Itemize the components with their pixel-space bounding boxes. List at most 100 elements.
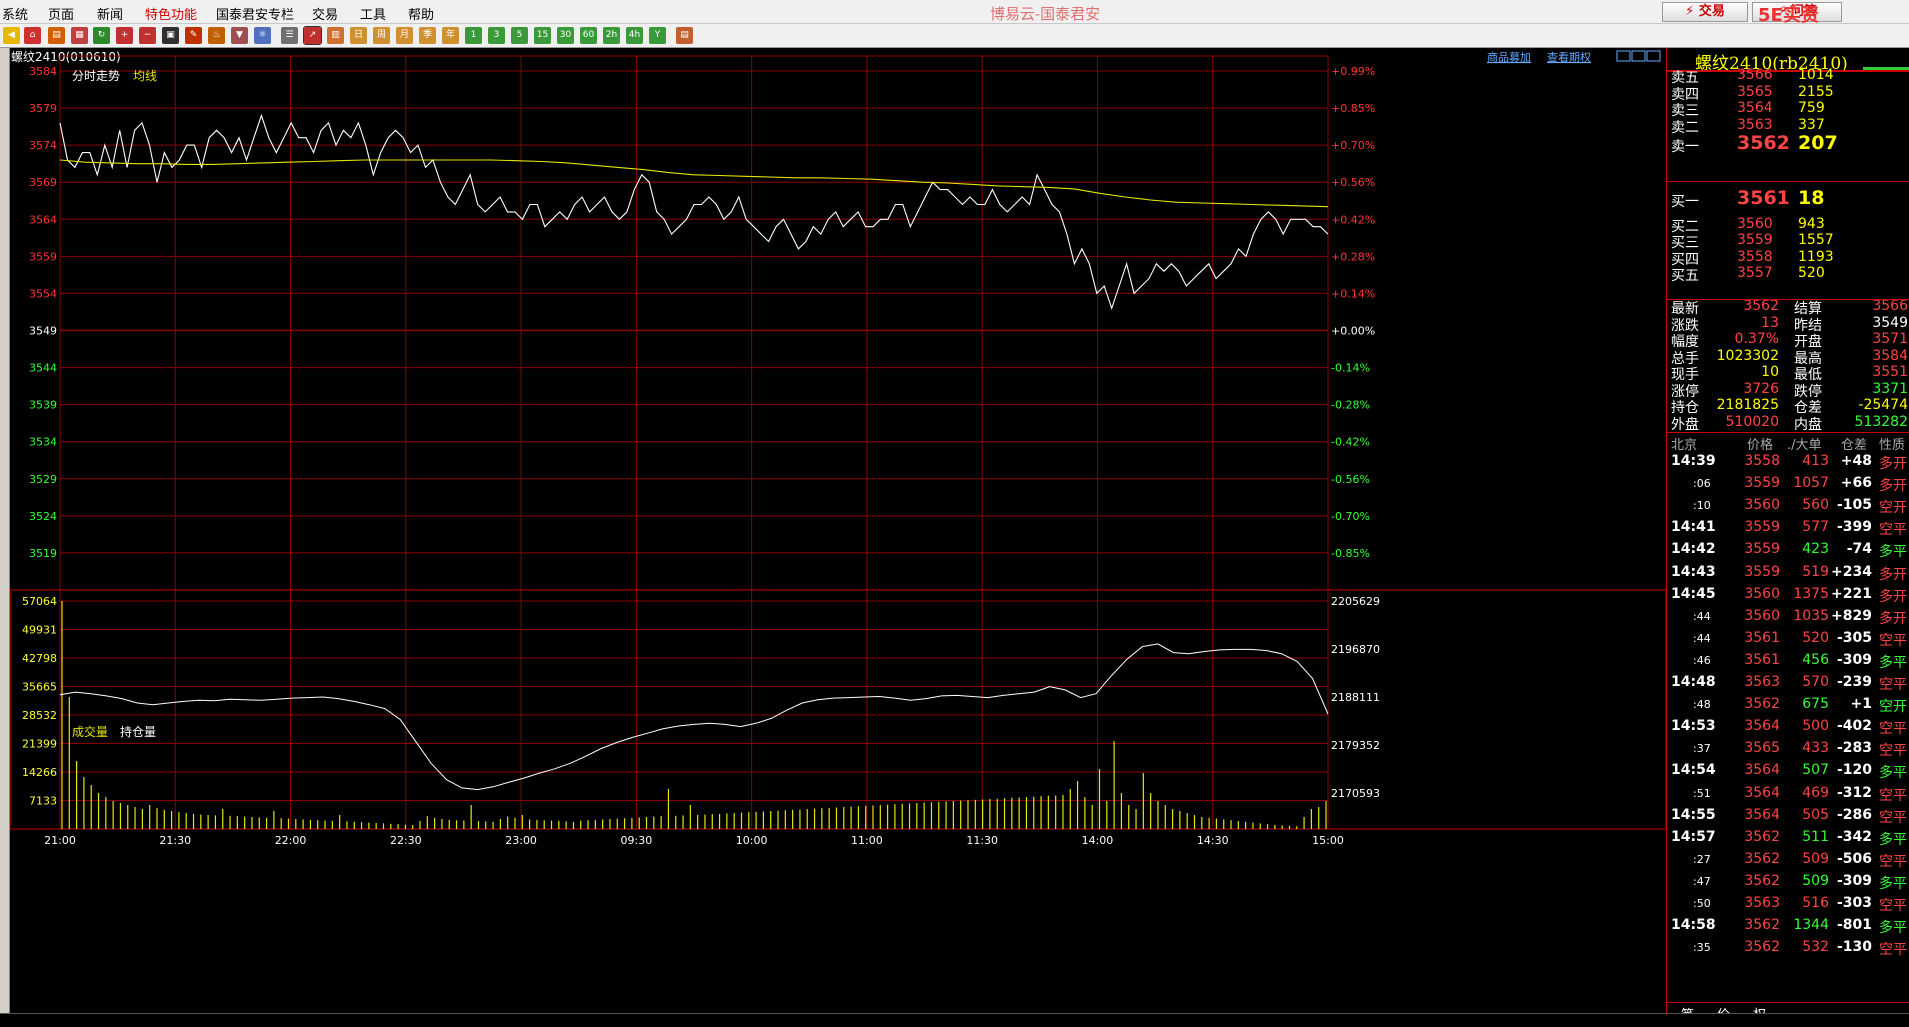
calendar-icon[interactable]: ▤	[676, 27, 693, 44]
zoom-out-icon[interactable]: −	[139, 27, 156, 44]
menu-help[interactable]: 帮助	[408, 4, 434, 23]
trade-type: 多平	[1879, 654, 1907, 671]
time-tick-label: 21:00	[44, 834, 76, 847]
bid-volume: 520	[1798, 265, 1825, 281]
period-4h-button[interactable]: 4h	[626, 27, 643, 44]
trade-type: 多开	[1879, 478, 1907, 495]
ask-volume: 207	[1798, 132, 1838, 154]
pct-tick-label: +0.99%	[1331, 65, 1375, 78]
pct-tick-label: +0.42%	[1331, 213, 1375, 226]
price-tick-label: 3569	[29, 176, 57, 189]
price-tick-label: 3524	[29, 510, 57, 523]
period-30-button[interactable]: 30	[557, 27, 574, 44]
window-icon[interactable]: ▣	[162, 27, 179, 44]
pct-tick-label: -0.56%	[1331, 473, 1370, 486]
trade-oi-change: -506	[1836, 850, 1872, 867]
filter-icon[interactable]: ▼	[231, 27, 248, 44]
stat-value: -25474	[1858, 397, 1908, 413]
period-60-button[interactable]: 60	[580, 27, 597, 44]
refresh-icon[interactable]: ↻	[93, 27, 110, 44]
trade-oi-change: -312	[1836, 784, 1872, 801]
home-icon[interactable]: ⌂	[24, 27, 41, 44]
trade-type: 空平	[1879, 898, 1907, 914]
trade-oi-change: -120	[1836, 762, 1872, 779]
stat-value: 3371	[1872, 380, 1908, 397]
stat-value: 3571	[1872, 331, 1908, 347]
menu-page[interactable]: 页面	[48, 4, 74, 23]
news-icon[interactable]: ▤	[48, 27, 65, 44]
trade-type: 多平	[1879, 765, 1907, 782]
trades-header-type: 性质	[1879, 438, 1906, 453]
trade-oi-change: -286	[1836, 806, 1872, 823]
stat-value: 3551	[1872, 364, 1908, 380]
pct-tick-label: +0.56%	[1331, 176, 1375, 189]
indicator-icon[interactable]: ⚛	[254, 27, 271, 44]
menu-gtja-column[interactable]: 国泰君安专栏	[216, 4, 294, 23]
pct-tick-label: -0.28%	[1331, 399, 1370, 412]
ask-volume: 337	[1798, 116, 1825, 133]
trade-type: 空平	[1879, 787, 1907, 804]
time-tick-label: 10:00	[736, 834, 768, 847]
trade-type: 空平	[1879, 677, 1907, 693]
week-icon[interactable]: 周	[373, 27, 390, 44]
month-icon[interactable]: 月	[396, 27, 413, 44]
trade-oi-change: +221	[1831, 585, 1872, 602]
trade-type: 多平	[1879, 544, 1907, 561]
quotes-icon[interactable]: ▦	[71, 27, 88, 44]
time-tick-label: 22:30	[390, 834, 422, 847]
menu-news[interactable]: 新闻	[97, 4, 123, 23]
bid-volume: 1193	[1798, 248, 1834, 265]
price-tick-label: 3549	[29, 325, 57, 338]
draw-icon[interactable]: ✎	[185, 27, 202, 44]
time-tick-label: 15:00	[1312, 834, 1344, 847]
list-icon[interactable]: ☰	[281, 27, 298, 44]
season-icon[interactable]: 季	[419, 27, 436, 44]
pct-tick-label: +0.14%	[1331, 287, 1375, 300]
pct-tick-label: +0.85%	[1331, 102, 1375, 115]
pct-tick-label: +0.70%	[1331, 139, 1375, 152]
trade-type: 多平	[1879, 831, 1907, 848]
menu-tools[interactable]: 工具	[360, 4, 386, 23]
menubar: 系统 页面 新闻 特色功能 国泰君安专栏 交易 工具 帮助 博易云-国泰君安 ⚡…	[0, 0, 1909, 48]
trade-type: 多开	[1879, 588, 1907, 605]
trade-type: 多开	[1879, 610, 1907, 627]
trade-oi-change: -283	[1836, 740, 1872, 757]
menu-system[interactable]: 系统	[2, 4, 28, 23]
period-15-button[interactable]: 15	[534, 27, 551, 44]
trade-oi-change: +829	[1831, 607, 1872, 624]
menu-trade[interactable]: 交易	[312, 4, 338, 23]
back-icon[interactable]: ◀	[3, 27, 20, 44]
ask-price: 3565	[1737, 83, 1773, 100]
year-icon[interactable]: 年	[442, 27, 459, 44]
bid-price: 3560	[1737, 215, 1773, 232]
menu-features[interactable]: 特色功能	[145, 4, 197, 23]
time-tick-label: 21:30	[159, 834, 191, 847]
alert-icon[interactable]: ♨	[208, 27, 225, 44]
left-side-tabs[interactable]	[0, 48, 10, 1013]
day-icon[interactable]: 日	[350, 27, 367, 44]
kline-icon[interactable]: ▥	[327, 27, 344, 44]
period-3-button[interactable]: 3	[488, 27, 505, 44]
volume-tick-label: 57064	[22, 595, 57, 608]
ask-price: 3562	[1737, 132, 1790, 154]
chart-background	[10, 48, 1666, 1013]
price-tick-label: 3584	[29, 65, 57, 78]
trade-type: 空平	[1879, 942, 1907, 959]
trade-oi-change: -309	[1836, 651, 1872, 668]
link-exchange[interactable]: 商品募加	[1487, 50, 1531, 64]
period-5-button[interactable]: 5	[511, 27, 528, 44]
zoom-in-icon[interactable]: +	[116, 27, 133, 44]
intraday-icon[interactable]: ↗	[303, 26, 322, 45]
period-y-button[interactable]: Y	[649, 27, 666, 44]
trade-oi-change: +234	[1831, 563, 1872, 580]
period-2h-button[interactable]: 2h	[603, 27, 620, 44]
period-1-button[interactable]: 1	[465, 27, 482, 44]
trade-oi-change: -399	[1836, 519, 1872, 536]
price-tick-label: 3519	[29, 547, 57, 560]
price-tick-label: 3534	[29, 436, 57, 449]
link-options[interactable]: 查看期权	[1547, 50, 1591, 64]
oi-tick-label: 2205629	[1331, 595, 1380, 608]
price-tick-label: 3579	[29, 102, 57, 115]
intraday-chart[interactable]: 螺纹2410(010610) 商品募加 查看期权 分时走势 均线 成交量 持仓量…	[10, 48, 1666, 1013]
trade-button[interactable]: ⚡ 交易	[1662, 2, 1748, 22]
